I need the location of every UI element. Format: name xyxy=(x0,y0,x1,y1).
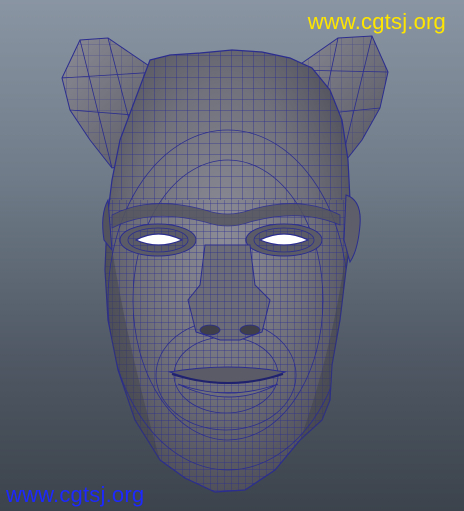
3d-viewport[interactable]: www.cgtsj.org www.cgtsj.org xyxy=(0,0,464,511)
watermark-top: www.cgtsj.org xyxy=(307,9,446,34)
left-nostril xyxy=(199,324,221,336)
right-eye[interactable] xyxy=(245,223,323,257)
left-eye[interactable] xyxy=(119,223,197,257)
watermark-bottom: www.cgtsj.org xyxy=(6,482,145,507)
right-nostril xyxy=(239,324,261,336)
head-mesh[interactable] xyxy=(0,0,464,511)
